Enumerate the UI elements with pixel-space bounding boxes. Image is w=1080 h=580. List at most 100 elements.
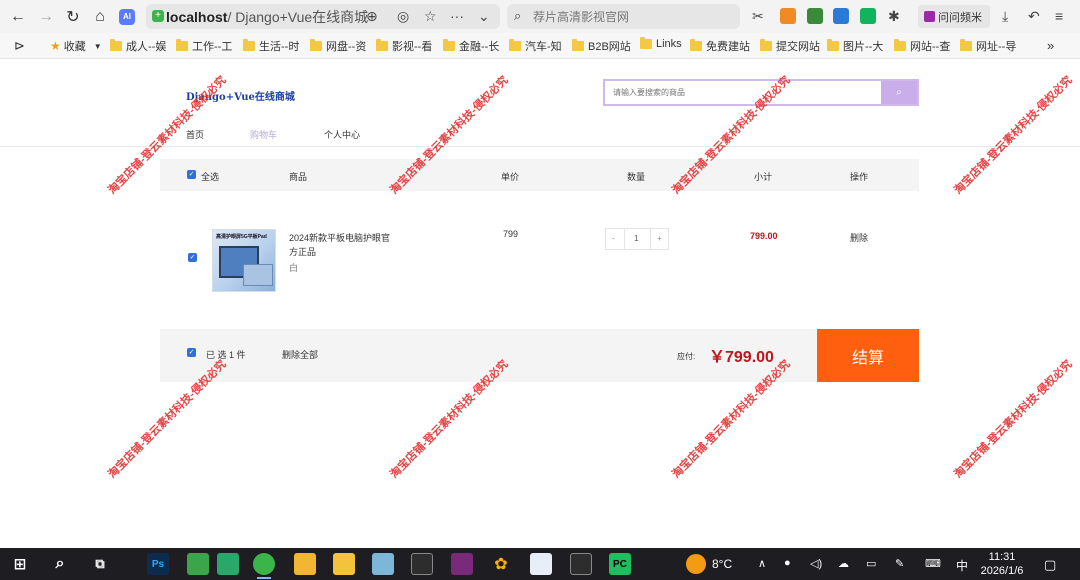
more-bookmarks-icon[interactable]: » xyxy=(1047,38,1054,53)
product-thumbnail[interactable]: 高清护眼屏5G平板Pad xyxy=(212,229,276,292)
bookmark-folder[interactable]: 网盘--资 xyxy=(310,38,366,54)
browser-app-icon[interactable] xyxy=(253,553,275,575)
delete-item-button[interactable]: 删除 xyxy=(850,231,868,244)
terminal-icon[interactable] xyxy=(570,553,592,575)
profile-button[interactable]: 问问频米 xyxy=(918,5,990,28)
item-checkbox[interactable]: ✓ xyxy=(188,253,197,262)
site-search-input[interactable] xyxy=(605,81,881,104)
item-subtotal: 799.00 xyxy=(750,231,778,241)
location-icon[interactable]: ◎ xyxy=(397,8,409,25)
browser-search-bar[interactable]: ⌕ 荐片高清影视官网 xyxy=(507,4,740,29)
bookmark-folder[interactable]: 工作--工 xyxy=(176,38,232,54)
pycharm-icon[interactable]: PC xyxy=(609,553,631,575)
folder-icon xyxy=(376,39,388,51)
task-view-icon[interactable]: ⧉ xyxy=(89,553,111,575)
tray-chevron-icon[interactable]: ∧ xyxy=(758,557,766,570)
downloads-icon[interactable]: ⤓ xyxy=(1002,8,1008,25)
bookmark-folder[interactable]: B2B网站 xyxy=(572,38,631,54)
clock-date: 2026/1/6 xyxy=(980,565,1024,577)
cloud-icon[interactable]: ☁ xyxy=(838,557,849,570)
undo-icon[interactable]: ↶ xyxy=(1028,8,1040,25)
folder-icon xyxy=(176,39,188,51)
chat-extension-icon[interactable] xyxy=(860,8,876,24)
product-name[interactable]: 2024新款平板电脑护眼官方正品 xyxy=(289,231,399,259)
bookmark-folder[interactable]: Links xyxy=(640,37,682,50)
document-icon[interactable] xyxy=(530,553,552,575)
notification-icon[interactable]: ▢ xyxy=(1044,557,1056,573)
delete-all-button[interactable]: 删除全部 xyxy=(282,348,318,361)
ime-indicator[interactable]: 中 xyxy=(956,557,968,574)
windows-start-icon[interactable]: ⊞ xyxy=(9,553,31,575)
qty-plus-button[interactable]: + xyxy=(657,234,662,243)
app-notes-icon[interactable] xyxy=(372,553,394,575)
menu-icon[interactable]: ≡ xyxy=(1055,8,1063,24)
clock-time: 11:31 xyxy=(988,551,1016,563)
bookmark-favorites[interactable]: ★ 收藏 ▼ xyxy=(50,38,102,54)
search-icon[interactable]: ⌕ xyxy=(49,553,71,575)
file-folder-icon[interactable] xyxy=(333,553,355,575)
folder-icon xyxy=(110,39,122,51)
app-counter-icon[interactable] xyxy=(217,553,239,575)
more-icon[interactable]: ··· xyxy=(450,8,464,24)
header-unit-price: 单价 xyxy=(501,172,520,182)
bookmark-folder[interactable]: 生活--时 xyxy=(243,38,299,54)
site-search-button[interactable]: ⌕ xyxy=(881,81,917,104)
home-icon[interactable]: ⌂ xyxy=(89,6,111,28)
folder-icon xyxy=(690,39,702,51)
bookmark-folder[interactable]: 影视--看 xyxy=(376,38,432,54)
bookmark-star-icon[interactable]: ☆ xyxy=(424,8,437,25)
bookmark-folder[interactable]: 免费建站 xyxy=(690,38,750,54)
weather-temp[interactable]: 8°C xyxy=(712,557,732,571)
fox-extension-icon[interactable] xyxy=(780,8,796,24)
qty-minus-button[interactable]: - xyxy=(612,234,615,243)
photoshop-icon[interactable]: Ps xyxy=(147,553,169,575)
nav-profile[interactable]: 个人中心 xyxy=(324,128,360,141)
file-folder-icon[interactable] xyxy=(294,553,316,575)
pen-icon[interactable]: ✎ xyxy=(895,557,904,570)
translate-extension-icon[interactable] xyxy=(833,8,849,24)
checkout-button[interactable]: 结算 xyxy=(817,329,919,382)
select-all-label: 全选 xyxy=(201,172,220,182)
system-clock[interactable]: 11:31 2026/1/6 xyxy=(977,550,1027,578)
folder-icon xyxy=(572,39,584,51)
chevron-down-icon[interactable]: ⌄ xyxy=(478,8,490,25)
keyboard-icon[interactable]: ⌨ xyxy=(925,557,941,570)
app-paw-icon[interactable]: ✿ xyxy=(490,553,512,575)
footer-select-checkbox[interactable]: ✓ xyxy=(187,348,196,357)
app-purple-icon[interactable] xyxy=(451,553,473,575)
scissors-icon[interactable]: ✂ xyxy=(752,8,764,25)
bookmark-folder[interactable]: 网址--导 xyxy=(960,38,1016,54)
reload-icon[interactable]: ↻ xyxy=(62,6,84,28)
bookmark-folder[interactable]: 图片--大 xyxy=(827,38,883,54)
forward-icon[interactable]: → xyxy=(35,6,57,28)
app-green-icon[interactable] xyxy=(187,553,209,575)
qty-value[interactable]: 1 xyxy=(634,234,638,243)
header-quantity: 数量 xyxy=(627,172,646,182)
bookmark-folder[interactable]: 汽车-知 xyxy=(509,38,562,54)
qq-icon[interactable]: ● xyxy=(784,557,791,569)
bookmark-folder[interactable]: 网站--查 xyxy=(894,38,950,54)
address-bar[interactable]: + localhost / Django+Vue在线商城 xyxy=(146,4,500,29)
download-extension-icon[interactable] xyxy=(807,8,823,24)
volume-icon[interactable]: ◁) xyxy=(810,557,822,570)
star-icon: ★ xyxy=(50,39,61,53)
sidebar-toggle-icon[interactable]: ⊳ xyxy=(14,38,25,54)
browser-toolbar: ← → ↻ ⌂ AI + localhost / Django+Vue在线商城 … xyxy=(0,0,1080,33)
weather-icon[interactable] xyxy=(686,554,706,574)
nav-cart[interactable]: 购物车 xyxy=(250,128,277,141)
zoom-icon[interactable]: ⊕ xyxy=(366,8,378,25)
bookmark-folder[interactable]: 成人--娱 xyxy=(110,38,166,54)
bookmark-folder[interactable]: 提交网站 xyxy=(760,38,820,54)
folder-icon xyxy=(827,39,839,51)
folder-icon xyxy=(310,39,322,51)
folder-icon xyxy=(894,39,906,51)
terminal-icon[interactable] xyxy=(411,553,433,575)
select-all-checkbox[interactable]: ✓ xyxy=(187,170,196,179)
profile-logo-icon xyxy=(924,11,935,22)
back-icon[interactable]: ← xyxy=(7,6,29,28)
nav-home[interactable]: 首页 xyxy=(186,128,204,141)
bookmark-folder[interactable]: 金融--长 xyxy=(443,38,499,54)
battery-icon[interactable]: ▭ xyxy=(866,557,876,570)
puzzle-icon[interactable]: ✱ xyxy=(888,8,900,25)
ai-extension-icon[interactable]: AI xyxy=(119,9,135,25)
